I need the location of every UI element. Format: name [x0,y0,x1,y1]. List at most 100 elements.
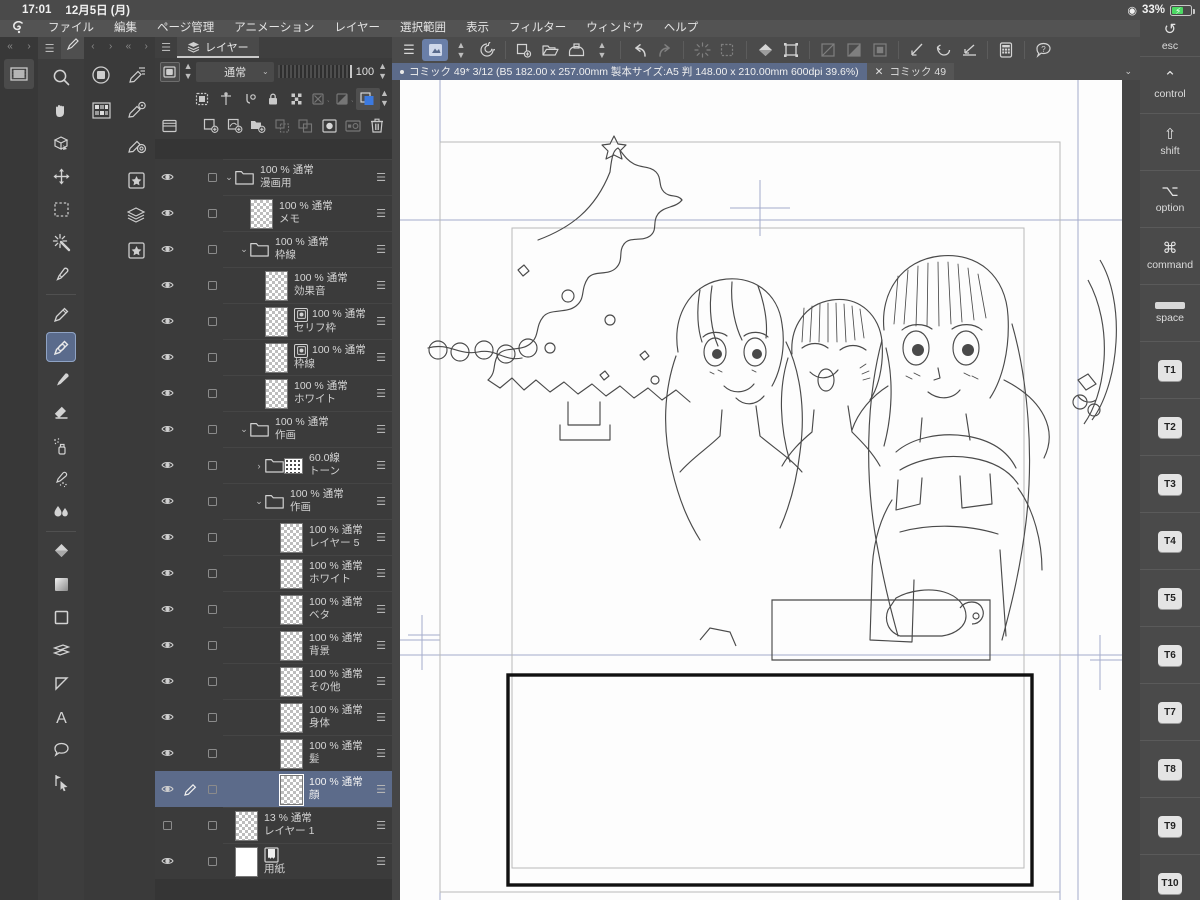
layer-visibility-toggle[interactable] [155,447,179,483]
combine-down-icon[interactable] [294,115,318,137]
layer-thumbnail[interactable] [235,846,258,877]
tone-thumbnail[interactable] [284,457,303,474]
menu-item-selection[interactable]: 選択範囲 [390,20,456,37]
layer-property-icon[interactable] [341,115,365,137]
layer-mask-icon[interactable] [160,61,180,82]
toggle-page-manager-button[interactable] [422,39,448,61]
layer-row-body[interactable]: ⌄ 100 % 通常 作画 ☰ [223,483,392,519]
tab-layer[interactable]: レイヤー [177,37,259,58]
layer-visibility-toggle[interactable] [155,591,179,627]
layer-row-身体[interactable]: 100 % 通常 身体 ☰ [155,699,392,735]
layer-thumbnail[interactable] [265,270,288,301]
tool-key-t6[interactable]: T6 [1140,627,1200,684]
new-raster-layer-icon[interactable] [199,115,223,137]
transparent-pixel-lock-icon[interactable] [190,88,214,110]
tool-key-t2[interactable]: T2 [1140,399,1200,456]
tool-auto-select[interactable] [46,227,76,257]
layer-menu-icon[interactable]: ☰ [376,353,386,364]
layer-row-body[interactable]: 100 % 通常 効果音 ☰ [223,267,392,303]
layer-stack-icon[interactable] [122,200,152,230]
layer-visibility-toggle[interactable] [155,483,179,519]
layer-visibility-toggle[interactable] [155,195,179,231]
layer-row-作画[interactable]: ⌄ 100 % 通常 作画 ☰ [155,411,392,447]
layer-row-body[interactable]: 100 % 通常 ホワイト ☰ [223,375,392,411]
palette-rows-icon[interactable] [158,115,182,137]
tool-key-t3[interactable]: T3 [1140,456,1200,513]
chevron-down-icon[interactable]: ⌄ [1124,66,1132,77]
layer-thumbnail[interactable] [265,378,288,409]
tool-rotate[interactable] [46,128,76,158]
tool-frame-border[interactable] [46,635,76,665]
tool-eyedropper[interactable] [46,260,76,290]
canvas-viewport[interactable] [392,80,1140,900]
layer-list[interactable]: ⌄ 100 % 通常 漫画用 ☰ 100 % 通常 メモ ☰ ⌄ 100 % 通常 枠線 ☰ 100 … [155,159,392,900]
layer-expand-toggle[interactable]: ⌄ [253,496,265,507]
layer-menu-icon[interactable]: ☰ [376,785,386,796]
tool-balloon[interactable] [46,734,76,764]
new-vector-layer-icon[interactable] [223,115,247,137]
layer-reference-checkbox[interactable] [201,771,223,807]
tool-brush[interactable] [46,365,76,395]
tool-key-t10[interactable]: T10 [1140,855,1200,900]
tool-zoom[interactable] [46,62,76,92]
tool-property-icon[interactable] [122,95,152,125]
layer-row-body[interactable]: 100 % 通常 ホワイト ☰ [223,555,392,591]
mask-range-icon[interactable]: ⌄ [333,88,357,110]
document-tab-second[interactable]: ✕ コミック 49 [866,63,955,80]
layer-row-レイヤー 5[interactable]: 100 % 通常 レイヤー 5 ☰ [155,519,392,555]
layer-reference-checkbox[interactable] [201,735,223,771]
hamburger-icon[interactable]: ☰ [155,41,177,54]
layer-thumbnail[interactable] [280,594,303,625]
tool-palette-tab[interactable] [61,37,84,59]
tool-pen[interactable] [46,332,76,362]
layer-menu-icon[interactable]: ☰ [376,317,386,328]
layer-visibility-toggle[interactable] [155,231,179,267]
layer-row-body[interactable]: 100 % 通常 枠線 ☰ [223,339,392,375]
page-manager-options-button[interactable]: ▲ ▼ [448,39,474,61]
layer-menu-icon[interactable]: ☰ [376,461,386,472]
layer-menu-icon[interactable]: ☰ [376,677,386,688]
tool-selection[interactable] [46,194,76,224]
layer-reference-checkbox[interactable] [201,555,223,591]
layer-reference-checkbox[interactable] [201,231,223,267]
layer-reference-checkbox[interactable] [201,411,223,447]
layer-row-枠線[interactable]: ⌄ 100 % 通常 枠線 ☰ [155,231,392,267]
menu-item-window[interactable]: ウィンドウ [576,20,654,37]
trash-icon[interactable] [365,115,389,137]
tool-text[interactable]: A [46,701,76,731]
layer-expand-toggle[interactable]: ⌄ [223,172,235,183]
esc-key[interactable]: ↺ esc [1140,20,1200,57]
layer-visibility-toggle[interactable] [155,627,179,663]
menu-item-page[interactable]: ページ管理 [147,20,224,37]
blend-mode-select[interactable]: 通常 ⌄ [196,61,274,82]
layer-row-body[interactable]: ⌄ 100 % 通常 漫画用 ☰ [223,159,392,195]
layer-visibility-toggle[interactable] [155,411,179,447]
layer-menu-icon[interactable]: ☰ [376,749,386,760]
layer-menu-icon[interactable]: ☰ [376,569,386,580]
tool-key-t9[interactable]: T9 [1140,798,1200,855]
transform-button[interactable] [815,39,841,61]
chevron-double-left-icon[interactable]: « [120,41,138,52]
layer-reference-checkbox[interactable] [201,843,223,879]
layer-visibility-toggle[interactable] [155,843,179,879]
layer-thumbnail[interactable] [235,810,258,841]
question-balloon-button[interactable]: ? [1030,39,1056,61]
tool-key-t1[interactable]: T1 [1140,342,1200,399]
layer-row-body[interactable]: 100 % 通常 身体 ☰ [223,699,392,735]
space-key[interactable]: space [1140,285,1200,342]
layer-row-髪[interactable]: 100 % 通常髪 ☰ [155,735,392,771]
layer-thumbnail[interactable] [265,342,288,373]
layer-menu-icon[interactable]: ☰ [376,533,386,544]
option-key[interactable]: ⌥ option [1140,171,1200,228]
layer-visibility-toggle[interactable] [155,303,179,339]
layer-row-レイヤー 1[interactable]: 13 % 通常 レイヤー 1 ☰ [155,807,392,843]
clear-button[interactable] [689,39,715,61]
layer-menu-icon[interactable]: ☰ [376,641,386,652]
layer-reference-checkbox[interactable] [201,159,223,195]
opacity-value[interactable]: 100 [356,66,374,78]
animation-timeline-icon[interactable] [4,59,34,89]
create-mask-icon[interactable] [318,115,342,137]
layer-row-顔[interactable]: 100 % 通常顔 ☰ [155,771,392,807]
layer-reference-checkbox[interactable] [201,267,223,303]
layer-row-body[interactable]: 100 % 通常髪 ☰ [223,735,392,771]
